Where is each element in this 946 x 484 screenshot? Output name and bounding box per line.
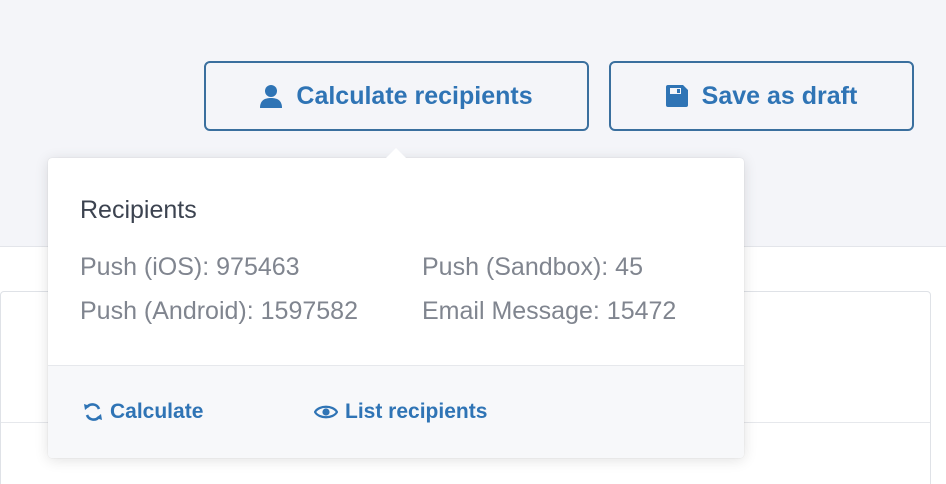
popover-arrow bbox=[385, 148, 407, 159]
calculate-recipients-label: Calculate recipients bbox=[296, 81, 533, 110]
stat-push-ios: Push (iOS): 975463 bbox=[80, 253, 300, 281]
eye-icon bbox=[314, 403, 338, 421]
popover-footer: Calculate List recipients bbox=[48, 365, 744, 458]
list-recipients-link[interactable]: List recipients bbox=[314, 400, 487, 424]
save-as-draft-label: Save as draft bbox=[701, 81, 858, 110]
popover-title: Recipients bbox=[80, 196, 197, 224]
recipients-popover: Recipients Push (iOS): 975463 Push (Sand… bbox=[48, 148, 744, 458]
calculate-label: Calculate bbox=[110, 400, 204, 423]
list-recipients-label: List recipients bbox=[345, 400, 488, 423]
stat-push-sandbox: Push (Sandbox): 45 bbox=[422, 253, 643, 281]
refresh-icon bbox=[83, 402, 103, 422]
save-as-draft-button[interactable]: Save as draft bbox=[609, 61, 914, 131]
calculate-recipients-button[interactable]: Calculate recipients bbox=[204, 61, 589, 131]
floppy-disk-icon bbox=[665, 85, 688, 107]
user-icon bbox=[260, 84, 283, 108]
calculate-link[interactable]: Calculate bbox=[83, 400, 203, 424]
stat-email-message: Email Message: 15472 bbox=[422, 297, 677, 325]
stat-push-android: Push (Android): 1597582 bbox=[80, 297, 358, 325]
